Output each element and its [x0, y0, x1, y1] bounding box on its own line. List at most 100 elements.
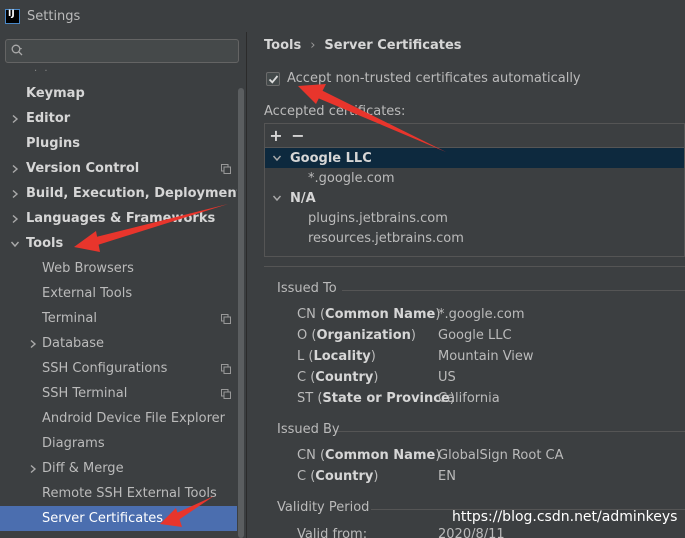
sidebar-item-android-device-file-explorer[interactable]: Android Device File Explorer	[0, 406, 237, 431]
certificate-row[interactable]: *.google.com	[265, 168, 684, 188]
breadcrumb-current: Server Certificates	[324, 38, 462, 53]
certificate-row[interactable]: resources.jetbrains.com	[265, 228, 684, 248]
main-panel: Tools › Server Certificates Accept non-t…	[248, 32, 685, 538]
chevron-right-icon[interactable]	[10, 214, 20, 224]
chevron-right-icon[interactable]	[28, 464, 38, 474]
field-abbr: ST	[297, 391, 314, 406]
sidebar-item-label: External Tools	[42, 286, 133, 301]
sidebar-item-external-tools[interactable]: External Tools	[0, 281, 237, 306]
sidebar-item-diagrams[interactable]: Diagrams	[0, 431, 237, 456]
field-value: 2020/8/11	[438, 527, 505, 538]
issued-to-title: Issued To	[277, 281, 337, 296]
certificate-row[interactable]: plugins.jetbrains.com	[265, 208, 684, 228]
sidebar-item-label: Diagrams	[42, 436, 105, 451]
intellij-logo-icon	[5, 8, 20, 24]
search-icon	[11, 44, 23, 56]
field-value: California	[438, 391, 500, 406]
certificate-details: Issued To CN (Common Name) *.google.com O …	[264, 266, 685, 538]
add-button[interactable]: +	[265, 125, 287, 147]
title-bar: Settings	[0, 0, 685, 32]
field-abbr: O	[297, 328, 308, 343]
field-value: GlobalSign Root CA	[438, 448, 564, 463]
sidebar-item-server-certificates[interactable]: Server Certificates	[0, 506, 237, 531]
settings-sidebar: · · Keymap Editor Plugins Version Control Bu…	[0, 32, 247, 538]
search-input[interactable]	[30, 41, 230, 61]
sidebar-item-label: SSH Configurations	[42, 361, 168, 376]
sidebar-item-label: Editor	[26, 111, 71, 126]
accept-nontrusted-row[interactable]: Accept non-trusted certificates automati…	[266, 71, 581, 86]
field-value: Google LLC	[438, 328, 512, 343]
issued-by-title: Issued By	[277, 422, 340, 437]
sidebar-item-tools[interactable]: Tools	[0, 231, 237, 256]
field-name: State or Province	[322, 391, 450, 406]
project-settings-icon	[221, 364, 231, 374]
chevron-down-icon[interactable]	[10, 239, 20, 249]
sidebar-scrollbar-thumb[interactable]	[238, 88, 244, 538]
accept-nontrusted-checkbox[interactable]	[266, 71, 280, 86]
field-label-common-name: CN (Common Name)	[297, 307, 441, 322]
field-name: Country	[315, 370, 374, 385]
sidebar-item-version-control[interactable]: Version Control	[0, 156, 237, 181]
field-name: Locality	[313, 349, 371, 364]
chevron-right-icon[interactable]	[10, 114, 20, 124]
sidebar-item-label: Build, Execution, Deployment	[26, 186, 243, 201]
window-title: Settings	[27, 8, 81, 24]
sidebar-item-label: Keymap	[26, 86, 85, 101]
sidebar-item-terminal[interactable]: Terminal	[0, 306, 237, 331]
chevron-right-icon[interactable]	[28, 339, 38, 349]
sidebar-item-label: SSH Terminal	[42, 386, 128, 401]
field-abbr: C	[297, 370, 307, 385]
field-abbr: L	[297, 349, 305, 364]
sidebar-item-diff-merge[interactable]: Diff & Merge	[0, 456, 237, 481]
field-abbr: C	[297, 469, 307, 484]
certificate-group-row[interactable]: Google LLC	[265, 148, 684, 168]
divider	[337, 431, 685, 432]
search-box[interactable]	[5, 39, 239, 63]
certificate-group-label: Google LLC	[290, 150, 372, 166]
certificates-toolbar: + −	[265, 124, 684, 148]
field-value: EN	[438, 469, 456, 484]
chevron-right-icon[interactable]	[10, 189, 20, 199]
sidebar-item-ssh-configurations[interactable]: SSH Configurations	[0, 356, 237, 381]
sidebar-item-keymap[interactable]: Keymap	[0, 81, 237, 106]
field-value: Mountain View	[438, 349, 534, 364]
field-label-common-name: CN (Common Name)	[297, 448, 441, 463]
sidebar-item-label: Remote SSH External Tools	[42, 486, 217, 501]
accept-nontrusted-label[interactable]: Accept non-trusted certificates automati…	[287, 71, 581, 86]
certificate-row-partial[interactable]	[265, 248, 684, 256]
sidebar-item-ssh-terminal[interactable]: SSH Terminal	[0, 381, 237, 406]
project-settings-icon	[221, 314, 231, 324]
divider	[342, 290, 685, 291]
sidebar-item-languages-frameworks[interactable]: Languages & Frameworks	[0, 206, 237, 231]
sidebar-item-label: Plugins	[26, 136, 80, 151]
chevron-down-icon[interactable]	[272, 153, 282, 163]
sidebar-item-web-browsers[interactable]: Web Browsers	[0, 256, 237, 281]
sidebar-scrollbar[interactable]	[237, 88, 245, 538]
chevron-down-icon[interactable]	[272, 193, 282, 203]
field-label-organization: O (Organization)	[297, 328, 416, 343]
chevron-right-icon[interactable]	[10, 164, 20, 174]
certificates-tree: Google LLC *.google.com N/A plugins.jetbrai…	[265, 148, 684, 256]
breadcrumb-parent[interactable]: Tools	[264, 38, 301, 53]
sidebar-item-editor[interactable]: Editor	[0, 106, 237, 131]
project-settings-icon	[221, 164, 231, 174]
sidebar-item-remote-ssh-external-tools[interactable]: Remote SSH External Tools	[0, 481, 237, 506]
field-label-locality: L (Locality)	[297, 349, 376, 364]
certificates-panel: + − Google LLC *.google.com N/A plugins.jet…	[264, 123, 685, 257]
project-settings-icon	[221, 389, 231, 399]
certificate-host-label: plugins.jetbrains.com	[308, 210, 448, 226]
sidebar-item-label: Database	[42, 336, 105, 351]
certificate-group-row[interactable]: N/A	[265, 188, 684, 208]
scroll-more-indicator: · ·	[34, 66, 50, 77]
remove-button[interactable]: −	[287, 125, 309, 147]
sidebar-item-label: Android Device File Explorer	[42, 411, 225, 426]
field-label-country: C (Country)	[297, 370, 379, 385]
sidebar-item-label: Web Browsers	[42, 261, 134, 276]
sidebar-item-label: Diff & Merge	[42, 461, 124, 476]
sidebar-item-build-execution-deployment[interactable]: Build, Execution, Deployment	[0, 181, 243, 206]
validity-period-title: Validity Period	[277, 500, 370, 515]
sidebar-item-database[interactable]: Database	[0, 331, 237, 356]
sidebar-item-label: Terminal	[42, 311, 97, 326]
field-label-valid-from: Valid from:	[297, 527, 368, 538]
sidebar-item-plugins[interactable]: Plugins	[0, 131, 237, 156]
